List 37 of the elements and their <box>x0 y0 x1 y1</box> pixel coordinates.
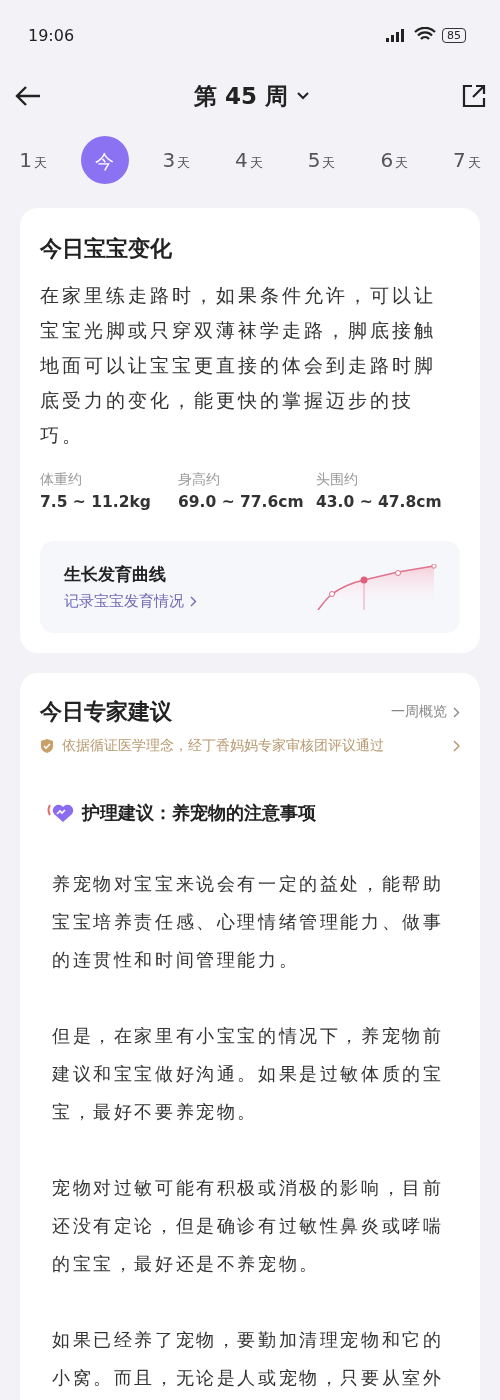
notice-text: 依据循证医学理念，经丁香妈妈专家审核团评议通过 <box>62 737 385 755</box>
day-tab[interactable]: 6 天 <box>369 135 420 185</box>
stat-label: 体重约 <box>40 471 83 489</box>
day-tab[interactable]: 7 天 <box>441 135 492 185</box>
day-tab[interactable]: 4 天 <box>223 135 274 185</box>
day-tab[interactable]: 1 天 <box>8 135 58 185</box>
chevron-right-icon <box>453 706 460 718</box>
week-selector[interactable]: 第 45 周 <box>194 80 310 112</box>
advice-paragraph: 宠物对过敏可能有积极或消极的影响，目前还没有定论，但是确诊有过敏性鼻炎或哮喘的宝宝，最好还是不养宠物。 <box>52 1176 445 1276</box>
share-icon[interactable] <box>462 84 486 108</box>
heart-icon <box>46 802 74 824</box>
growth-title: 生长发育曲线 <box>64 563 167 586</box>
chevron-right-icon <box>452 740 460 752</box>
growth-link[interactable]: 记录宝宝发育情况 <box>64 592 197 611</box>
stat-value: 7.5 ~ 11.2kg <box>40 493 152 511</box>
day-tab[interactable]: 3 天 <box>151 135 202 185</box>
day-tab[interactable]: 5 天 <box>296 135 347 185</box>
week-overview-link[interactable]: 一周概览 <box>391 703 460 721</box>
stat-value: 43.0 ~ 47.8cm <box>316 493 442 511</box>
card-title: 今日专家建议 <box>40 698 172 726</box>
back-arrow-icon[interactable] <box>14 85 42 107</box>
card-title: 今日宝宝变化 <box>40 235 173 263</box>
advice-paragraph: 养宠物对宝宝来说会有一定的益处，能帮助宝宝培养责任感、心理情绪管理能力、做事的连贯性和时间管理能力。 <box>52 872 445 972</box>
day-tab[interactable]: 今 <box>80 136 129 184</box>
topic-title: 护理建议：养宠物的注意事项 <box>82 801 316 825</box>
status-time: 19:06 <box>28 25 75 45</box>
stat-label: 头围约 <box>316 471 359 489</box>
chevron-down-icon <box>296 91 310 101</box>
description-paragraph: 在家里练走路时，如果条件允许，可以让宝宝光脚或只穿双薄袜学走路，脚底接触地面可以让宝宝更直接的体会到走路时脚底受力的变化，能更快的掌握迈步的技巧。 <box>40 283 437 448</box>
advice-paragraph: 但是，在家里有小宝宝的情况下，养宠物前建议和宝宝做好沟通。如果是过敏体质的宝宝，最好不要养宠物。 <box>52 1024 445 1124</box>
growth-curve-panel[interactable]: 生长发育曲线 记录宝宝发育情况 <box>40 541 460 633</box>
stat-value: 69.0 ~ 77.6cm <box>178 493 305 511</box>
shield-check-icon <box>40 738 54 754</box>
battery-indicator: 85 <box>442 27 466 43</box>
stat-label: 身高约 <box>178 471 221 489</box>
chevron-right-icon <box>190 596 197 607</box>
advice-paragraph: 如果已经养了宠物，要勤加清理宠物和它的小窝。而且，无论是人或宠物，只要从室外 <box>52 1328 445 1390</box>
